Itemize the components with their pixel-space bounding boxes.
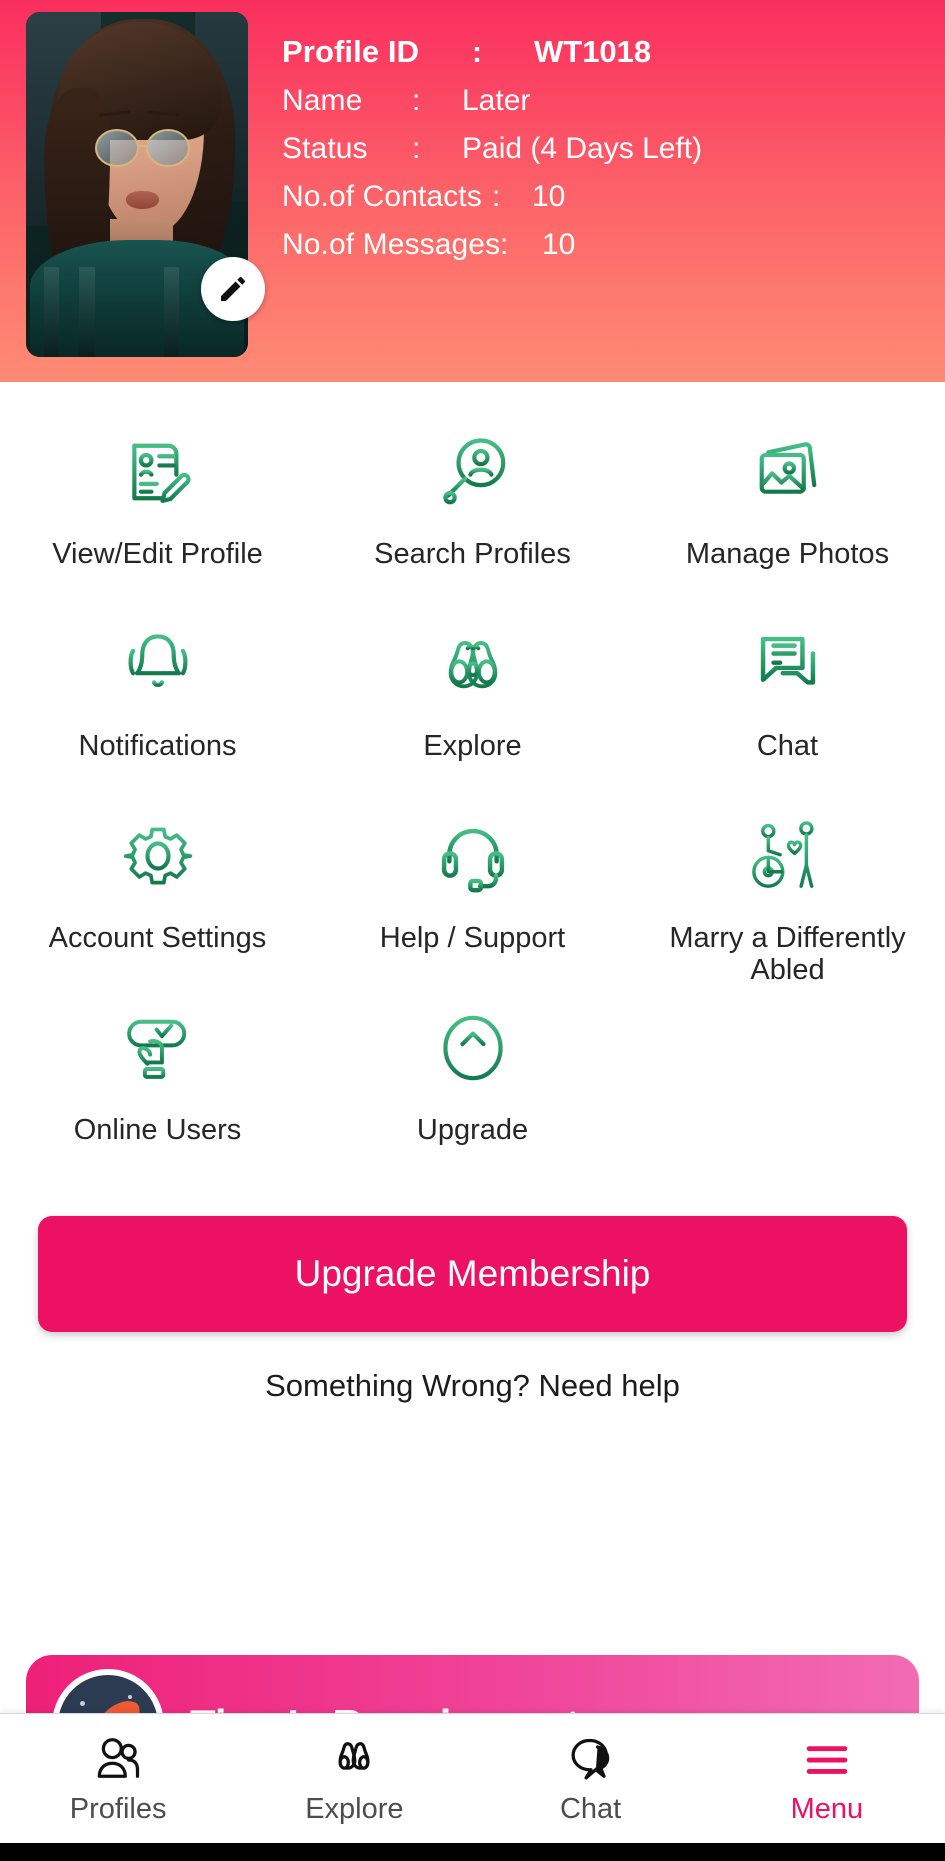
label-profile-id: Profile ID: [282, 34, 420, 69]
nav-item-label: Menu: [790, 1793, 864, 1825]
menu-item-upgrade[interactable]: Upgrade: [315, 1000, 630, 1192]
value-status: Paid (4 Days Left): [462, 132, 703, 165]
people-icon: [90, 1731, 146, 1789]
need-help-link[interactable]: Something Wrong? Need help: [38, 1368, 907, 1404]
pencil-icon: [221, 277, 245, 301]
value-name: Later: [462, 84, 531, 117]
nav-item-label: Explore: [305, 1793, 404, 1825]
nav-item-explore[interactable]: Explore: [236, 1731, 472, 1826]
menu-item-online-users[interactable]: Online Users: [0, 1000, 315, 1192]
edit-profile-photo-button[interactable]: [201, 257, 265, 321]
value-profile-id: WT1018: [534, 34, 652, 69]
menu-item-manage-photos[interactable]: Manage Photos: [630, 424, 945, 616]
menu-item-label: Notifications: [78, 730, 237, 762]
cta-section: Upgrade Membership Something Wrong? Need…: [0, 1192, 945, 1404]
menu-item-label: Upgrade: [416, 1114, 529, 1146]
menu-item-label: Search Profiles: [374, 538, 571, 570]
profile-card-edit-icon: [116, 424, 200, 520]
chat-icon: [563, 1731, 619, 1789]
wheelchair-couple-icon: [746, 808, 830, 904]
search-person-icon: [431, 424, 515, 520]
menu-grid: View/Edit Profile Search Profiles Manage…: [0, 382, 945, 1192]
value-contacts: 10: [532, 180, 566, 213]
nav-item-profiles[interactable]: Profiles: [0, 1731, 236, 1826]
binoculars-icon: [431, 616, 515, 712]
info-row-messages: No.of Messages : 10: [282, 228, 945, 262]
app-screen: Profile ID : WT1018 Name : Later Status …: [0, 0, 945, 1861]
menu-grid-empty-slot: [630, 1000, 945, 1192]
avatar-container: [26, 12, 265, 357]
arrow-up-circle-icon: [431, 1000, 515, 1096]
nav-item-label: Profiles: [69, 1793, 167, 1825]
value-messages: 10: [542, 228, 576, 261]
menu-item-notifications[interactable]: Notifications: [0, 616, 315, 808]
sep-contacts: :: [492, 180, 501, 213]
label-name: Name: [282, 84, 363, 117]
sep-name: :: [412, 84, 421, 117]
menu-item-account-settings[interactable]: Account Settings: [0, 808, 315, 1000]
label-contacts: No.of Contacts: [282, 180, 482, 213]
menu-item-label: Account Settings: [48, 922, 267, 954]
nav-item-label: Chat: [559, 1793, 622, 1825]
home-indicator: [0, 1843, 945, 1861]
info-row-name: Name : Later: [282, 84, 945, 118]
upgrade-membership-button[interactable]: Upgrade Membership: [38, 1216, 907, 1332]
nav-item-chat[interactable]: Chat: [473, 1731, 709, 1826]
menu-item-search-profiles[interactable]: Search Profiles: [315, 424, 630, 616]
headset-icon: [431, 808, 515, 904]
info-row-profile-id: Profile ID : WT1018: [282, 34, 945, 70]
sep-profile-id: :: [472, 36, 482, 69]
menu-item-label: Marry a Differently Abled: [669, 922, 906, 987]
bell-icon: [116, 616, 200, 712]
info-row-status: Status : Paid (4 Days Left): [282, 132, 945, 166]
menu-item-marry-differently-abled[interactable]: Marry a Differently Abled: [630, 808, 945, 1000]
binoculars-icon: [326, 1731, 382, 1789]
menu-item-view-edit-profile[interactable]: View/Edit Profile: [0, 424, 315, 616]
label-status: Status: [282, 132, 368, 165]
info-row-contacts: No.of Contacts : 10: [282, 180, 945, 214]
menu-item-help-support[interactable]: Help / Support: [315, 808, 630, 1000]
menu-item-label: Help / Support: [379, 922, 566, 954]
label-messages: No.of Messages: [282, 228, 501, 261]
profile-info: Profile ID : WT1018 Name : Later Status …: [282, 12, 945, 276]
bottom-navigation: Profiles Explore Chat Menu: [0, 1713, 945, 1843]
menu-item-label: Online Users: [73, 1114, 242, 1146]
menu-item-label: Manage Photos: [685, 538, 890, 570]
menu-item-label: Explore: [423, 730, 522, 762]
nav-item-menu[interactable]: Menu: [709, 1731, 945, 1826]
menu-item-explore[interactable]: Explore: [315, 616, 630, 808]
profile-header: Profile ID : WT1018 Name : Later Status …: [0, 0, 945, 382]
sep-messages: :: [500, 228, 509, 261]
photos-stack-icon: [746, 424, 830, 520]
menu-item-chat[interactable]: Chat: [630, 616, 945, 808]
menu-item-label: View/Edit Profile: [52, 538, 263, 570]
chat-bubbles-icon: [746, 616, 830, 712]
gear-icon: [116, 808, 200, 904]
menu-item-label: Chat: [756, 730, 819, 762]
sep-status: :: [412, 132, 421, 165]
tap-check-icon: [116, 1000, 200, 1096]
hamburger-icon: [799, 1731, 855, 1789]
